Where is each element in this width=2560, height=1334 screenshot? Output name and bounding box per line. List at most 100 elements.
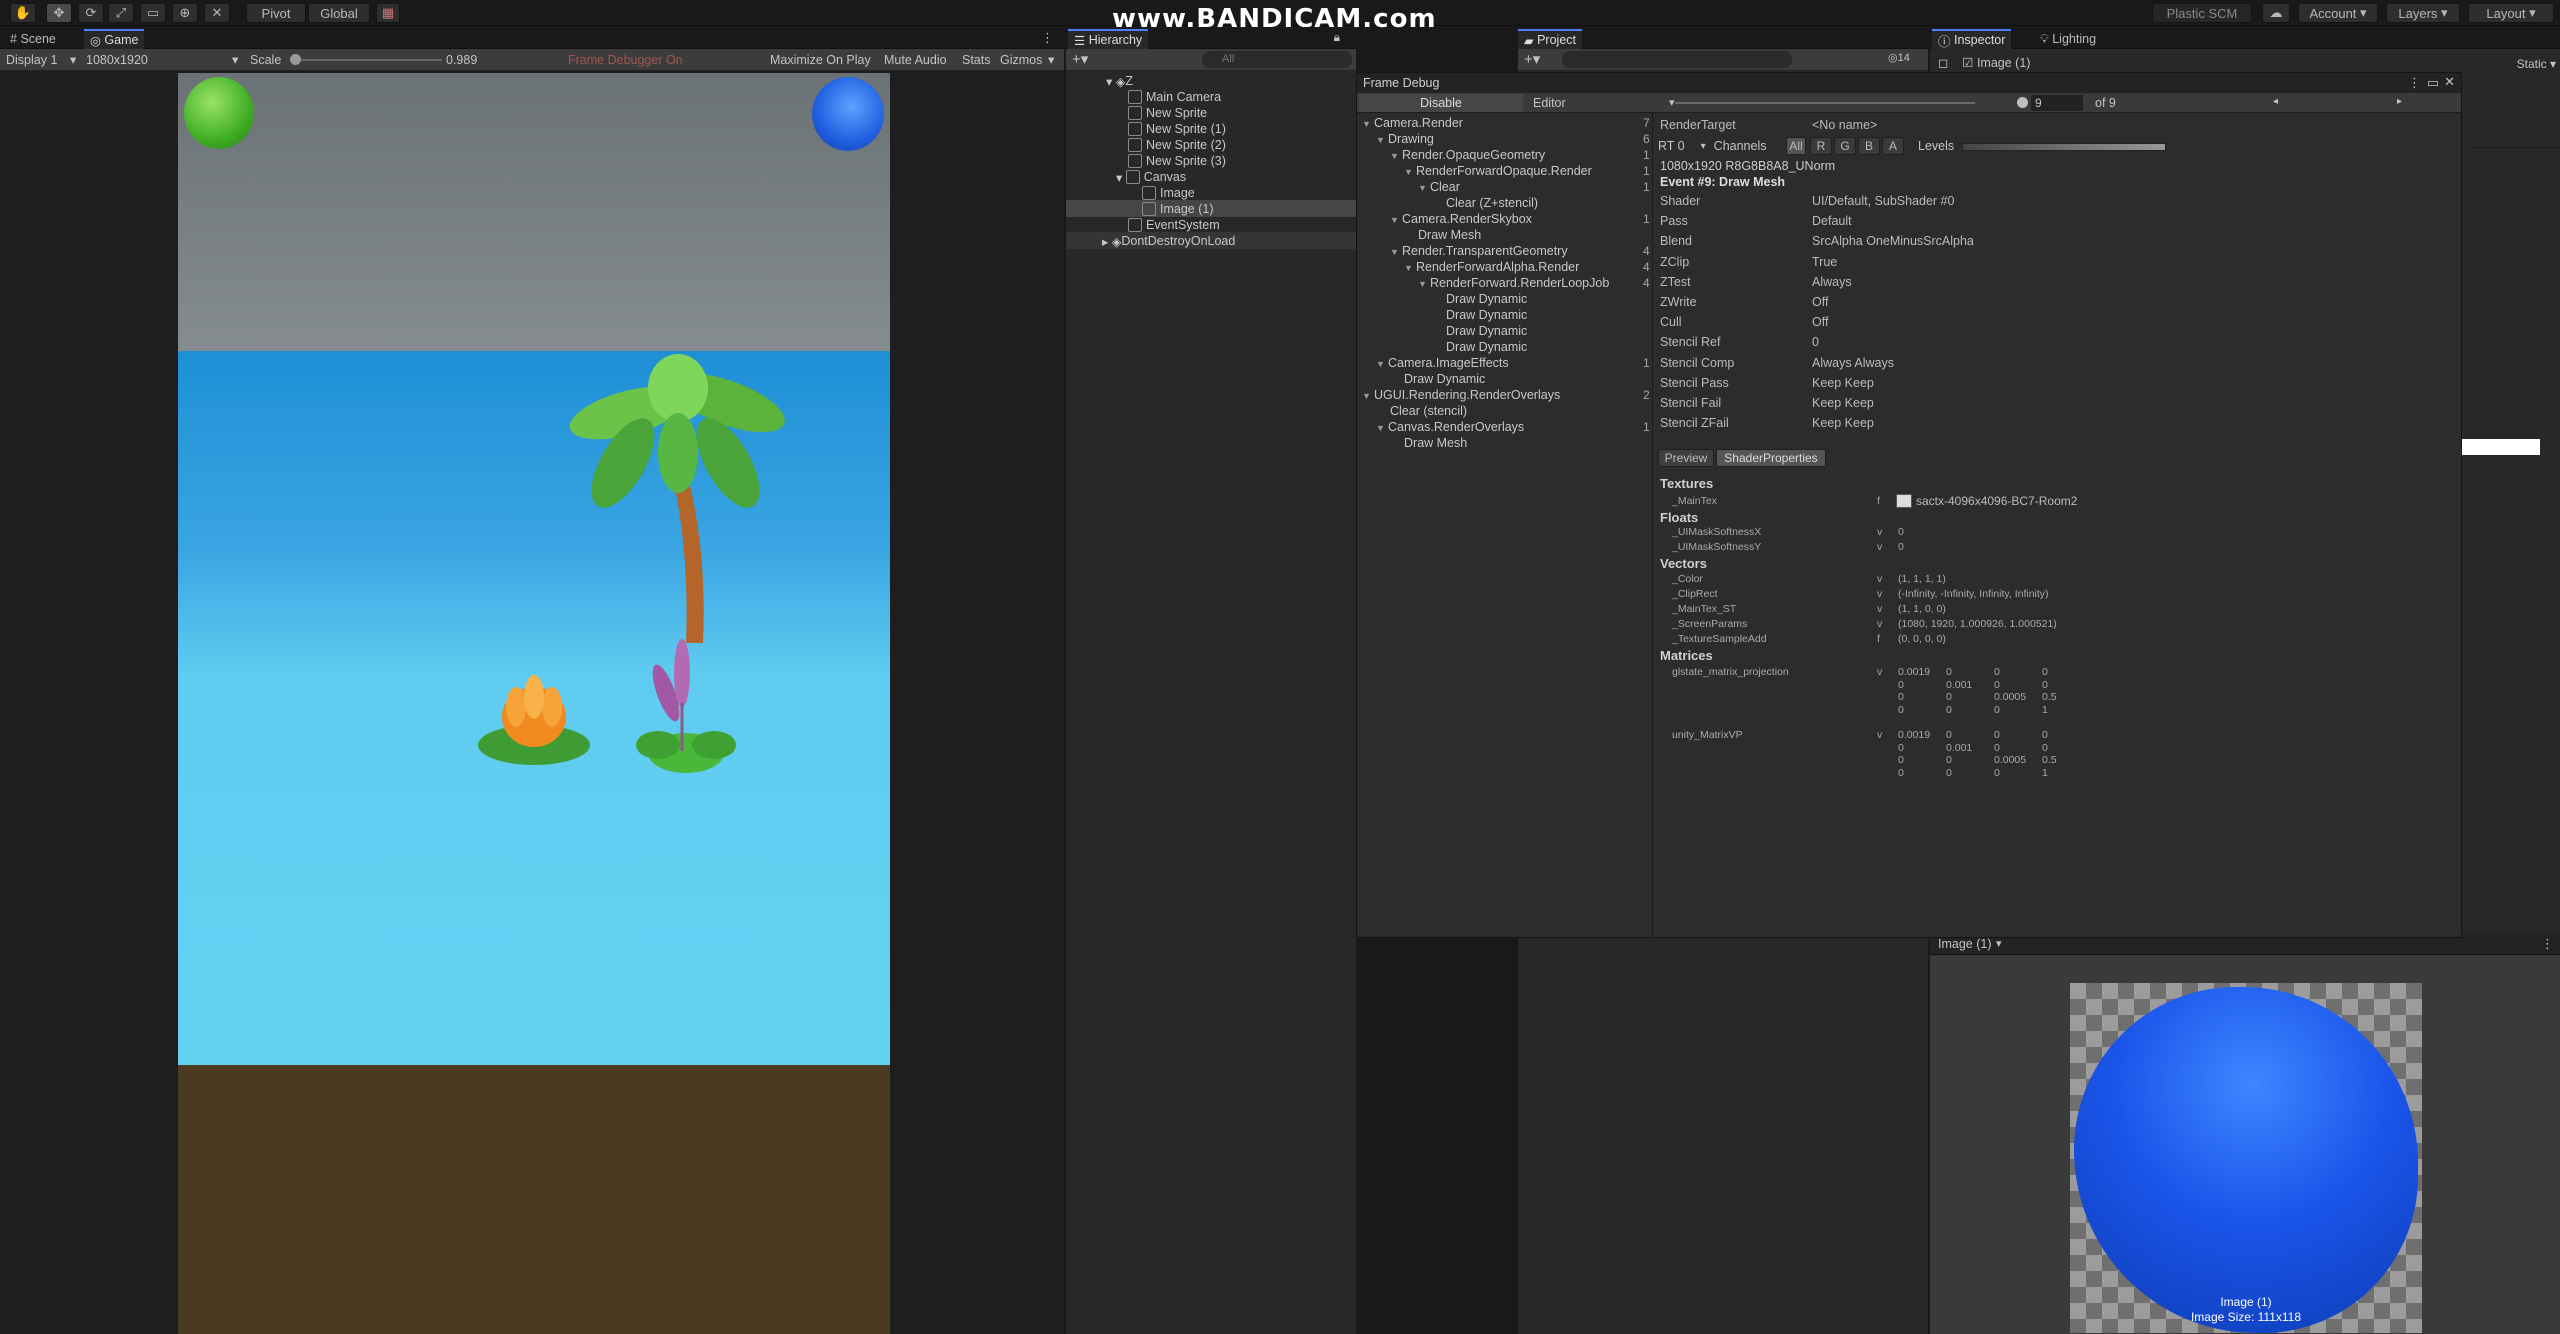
event-tree-item[interactable]: Draw Dynamic [1446,308,1527,324]
event-slider-track[interactable] [1675,102,1975,104]
project-search-input[interactable] [1562,51,1792,68]
prev-event-icon[interactable]: ◂ [2273,96,2278,107]
hierarchy-item-image[interactable]: Image [1142,185,1195,201]
channel-all-button[interactable]: All [1786,137,1806,155]
tab-project[interactable]: ▰ Project [1518,29,1582,49]
channel-r-button[interactable]: R [1810,137,1832,155]
maximize-on-play-button[interactable]: Maximize On Play [770,53,871,67]
event-tree-item[interactable]: RenderForwardOpaque.Render [1416,164,1592,180]
event-tree-item[interactable]: Draw Dynamic [1446,324,1527,340]
event-tree-item[interactable]: Clear [1430,180,1460,196]
hierarchy-item-dontdestroyonload[interactable]: ▸ ◈ DontDestroyOnLoad [1102,233,1235,249]
hand-tool-icon[interactable]: ✋ [10,3,36,23]
event-tree-item[interactable]: Draw Mesh [1404,436,1467,452]
event-tree-item[interactable]: Draw Dynamic [1446,292,1527,308]
rect-tool-icon[interactable]: ▭ [140,3,166,23]
hierarchy-item-canvas[interactable]: ▾ Canvas [1116,169,1186,185]
shaderproperties-tab[interactable]: ShaderProperties [1716,449,1826,467]
tree-expand-arrow-icon[interactable]: ▼ [1362,388,1371,404]
maximize-icon[interactable]: ▭ [2427,75,2439,91]
tree-expand-arrow-icon[interactable]: ▼ [1376,420,1385,436]
levels-slider[interactable] [1962,143,2166,151]
next-event-icon[interactable]: ▸ [2397,96,2402,107]
resolution-dropdown[interactable]: 1080x1920 [86,53,148,67]
event-tree-item[interactable]: Canvas.RenderOverlays [1388,420,1524,436]
event-tree-item[interactable]: Clear (stencil) [1390,404,1467,420]
tab-lighting[interactable]: 💡︎ Lighting [2034,29,2102,49]
tree-expand-arrow-icon[interactable]: ▼ [1376,132,1385,148]
pivot-button[interactable]: Pivot [246,3,306,23]
color-swatch[interactable] [2462,439,2540,455]
project-add-icon[interactable]: +▾ [1524,50,1540,68]
tab-scene[interactable]: # Scene [4,29,62,49]
layers-dropdown[interactable]: Layers ▾ [2386,3,2460,23]
add-icon[interactable]: +▾ [1072,50,1088,68]
grid-snap-icon[interactable]: ▦ [376,3,400,23]
hierarchy-search-input[interactable]: All [1202,51,1352,68]
event-tree-item[interactable]: Render.TransparentGeometry [1402,244,1568,260]
scale-slider-handle[interactable] [290,54,301,65]
tree-expand-arrow-icon[interactable]: ▼ [1418,180,1427,196]
disable-button[interactable]: Disable [1359,94,1523,112]
hierarchy-item-main-camera[interactable]: Main Camera [1128,89,1221,105]
window-kebab-icon[interactable]: ⋮ [2408,75,2421,91]
cloud-icon[interactable]: ☁ [2262,3,2290,23]
event-tree-item[interactable]: RenderForward.RenderLoopJob [1430,276,1609,292]
tab-hierarchy[interactable]: ☰ Hierarchy [1068,29,1149,49]
plastic-scm-button[interactable]: Plastic SCM [2152,3,2252,23]
editor-dropdown[interactable]: Editor [1533,96,1566,110]
event-slider-handle[interactable] [2017,97,2028,108]
tree-expand-arrow-icon[interactable]: ▼ [1404,260,1413,276]
hierarchy-item-new-sprite-2[interactable]: New Sprite (2) [1128,137,1226,153]
event-number-input[interactable]: 9 [2031,95,2083,111]
hierarchy-item-z[interactable]: ▾ ◈ Z [1106,73,1133,89]
hierarchy-item-eventsystem[interactable]: EventSystem [1128,217,1220,233]
lock-icon[interactable]: 🔒︎ [1334,30,1340,45]
close-icon[interactable]: ✕ [2444,74,2455,90]
scale-tool-icon[interactable]: ⤢ [108,3,134,23]
game-viewport[interactable] [0,71,1064,1334]
channel-a-button[interactable]: A [1882,137,1904,155]
layout-dropdown[interactable]: Layout ▾ [2468,3,2554,23]
hierarchy-item-image-1[interactable]: Image (1) [1142,201,1214,217]
account-dropdown[interactable]: Account ▾ [2298,3,2378,23]
event-tree-item[interactable]: Camera.RenderSkybox [1402,212,1532,228]
rt-dropdown[interactable]: RT 0 [1658,139,1685,153]
static-toggle[interactable]: Static ▾ [2517,57,2556,71]
event-tree-item[interactable]: RenderForwardAlpha.Render [1416,260,1579,276]
scale-slider-track[interactable] [292,59,442,61]
display-dropdown[interactable]: Display 1 [6,53,57,67]
tree-expand-arrow-icon[interactable]: ▼ [1376,356,1385,372]
tree-expand-arrow-icon[interactable]: ▼ [1390,244,1399,260]
hierarchy-item-new-sprite-1[interactable]: New Sprite (1) [1128,121,1226,137]
tab-inspector[interactable]: ⓘ Inspector [1932,29,2012,49]
chevron-down-icon[interactable]: ▾ [1996,937,2002,950]
event-tree-item[interactable]: UGUI.Rendering.RenderOverlays [1374,388,1560,404]
custom-tool-icon[interactable]: ✕ [204,3,230,23]
hierarchy-item-new-sprite[interactable]: New Sprite [1128,105,1207,121]
event-tree-item[interactable]: Drawing [1388,132,1434,148]
global-button[interactable]: Global [308,3,370,23]
stats-button[interactable]: Stats [962,53,991,67]
event-tree-item[interactable]: Camera.ImageEffects [1388,356,1509,372]
tree-expand-arrow-icon[interactable]: ▼ [1362,116,1371,132]
event-tree-item[interactable]: Draw Mesh [1418,228,1481,244]
tree-expand-arrow-icon[interactable]: ▼ [1404,164,1413,180]
gizmos-button[interactable]: Gizmos [1000,53,1042,67]
rotate-tool-icon[interactable]: ⟳ [78,3,104,23]
event-tree-item[interactable]: Render.OpaqueGeometry [1402,148,1545,164]
preview-tab[interactable]: Preview [1658,449,1714,467]
hierarchy-item-new-sprite-3[interactable]: New Sprite (3) [1128,153,1226,169]
event-tree-item[interactable]: Camera.Render [1374,116,1463,132]
event-tree-item[interactable]: Draw Dynamic [1404,372,1485,388]
mute-audio-button[interactable]: Mute Audio [884,53,947,67]
tree-expand-arrow-icon[interactable]: ▼ [1390,148,1399,164]
tab-game[interactable]: ◎ Game [84,29,145,49]
tree-expand-arrow-icon[interactable]: ▼ [1390,212,1399,228]
tree-expand-arrow-icon[interactable]: ▼ [1418,276,1427,292]
move-tool-icon[interactable]: ✥ [46,3,72,23]
event-tree-item[interactable]: Draw Dynamic [1446,340,1527,356]
channel-g-button[interactable]: G [1834,137,1856,155]
transform-tool-icon[interactable]: ⊕ [172,3,198,23]
event-tree-item[interactable]: Clear (Z+stencil) [1446,196,1538,212]
